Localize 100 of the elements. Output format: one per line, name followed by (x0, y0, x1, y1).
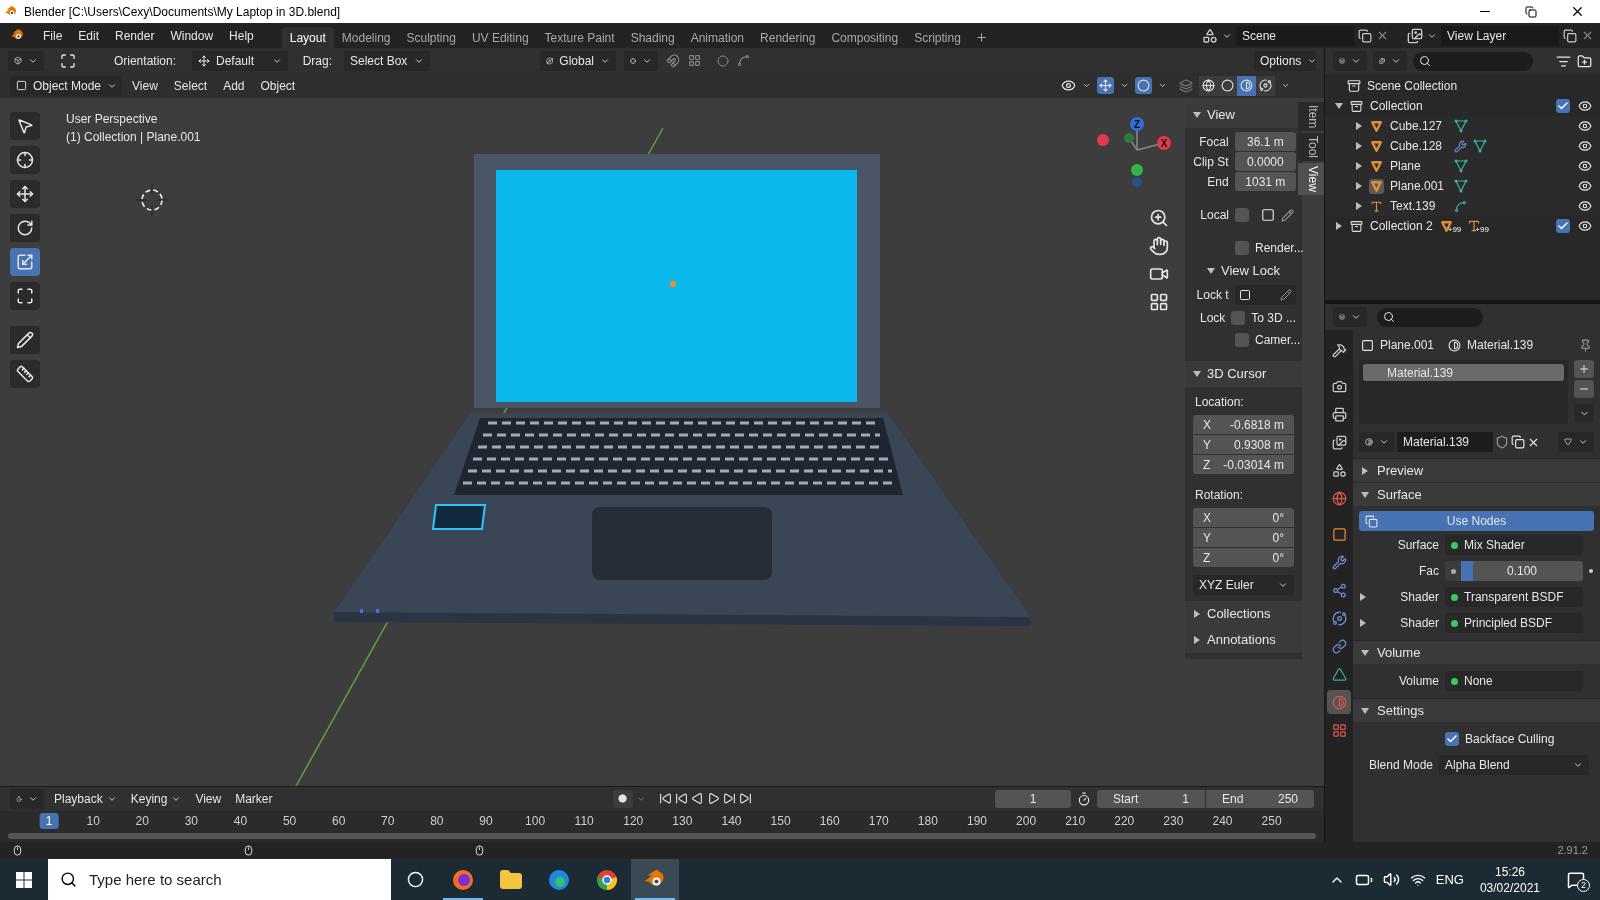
sidebar-tab[interactable]: View (1298, 163, 1324, 196)
frame-number[interactable]: 220 (1108, 812, 1141, 829)
breadcrumb-item[interactable]: Plane.001 (1380, 336, 1435, 354)
frame-number[interactable]: 190 (960, 812, 993, 829)
frame-number[interactable]: 10 (80, 812, 106, 829)
use-nodes-button[interactable]: Use Nodes (1359, 511, 1594, 531)
frame-number[interactable]: 140 (715, 812, 748, 829)
frame-number[interactable]: 20 (129, 812, 155, 829)
panel-title: Surface (1377, 485, 1422, 504)
frame-number[interactable]: 150 (764, 812, 797, 829)
sidebar-tab[interactable]: Item (1298, 102, 1324, 132)
socket-field[interactable]: Principled BSDF (1445, 613, 1583, 633)
frame-number[interactable]: 250 (1255, 812, 1288, 829)
frame-number[interactable]: 60 (326, 812, 352, 829)
frame-number[interactable]: 120 (617, 812, 650, 829)
menu-item[interactable]: Window (162, 26, 222, 45)
end-frame-field[interactable]: End 250 (1206, 789, 1314, 808)
search-field[interactable]: Type here to search (48, 859, 391, 900)
frame-number[interactable]: 90 (473, 812, 499, 829)
frame-number[interactable]: 240 (1206, 812, 1239, 829)
material-slot-list[interactable]: Material.139 (1359, 360, 1568, 424)
menu-item[interactable]: Marker (231, 789, 277, 808)
count-label: +99 (1447, 224, 1462, 236)
workspace-tab[interactable]: UV Editing (463, 27, 537, 48)
rotation-mode-dropdown[interactable]: XYZ Euler (1193, 575, 1294, 595)
vector-field[interactable]: Z 0° (1193, 548, 1294, 567)
menu-item[interactable]: Keying (126, 789, 186, 808)
panel-title: Preview (1377, 461, 1424, 480)
blend-mode-dropdown[interactable]: Alpha Blend (1439, 755, 1589, 775)
frame-number[interactable]: 1 (39, 812, 59, 829)
drag-dropdown[interactable]: Select Box (344, 50, 430, 71)
frame-number[interactable]: 200 (1010, 812, 1043, 829)
section-label: Location: (1194, 394, 1245, 411)
frame-field[interactable]: 1 (995, 789, 1071, 808)
frame-number[interactable]: 180 (911, 812, 944, 829)
material-name-field[interactable]: Material.139 (1397, 432, 1493, 452)
frame-number[interactable]: 130 (666, 812, 699, 829)
start-frame-field[interactable]: Start 1 (1097, 789, 1205, 808)
socket-field[interactable]: None (1445, 671, 1583, 691)
menu-item[interactable]: Edit (70, 26, 108, 45)
workspace-tab[interactable]: Texture Paint (536, 27, 623, 48)
frame-number[interactable]: 40 (227, 812, 254, 829)
sidebar-tab[interactable]: Tool (1298, 133, 1324, 162)
checkbox-label: To 3D ... (1251, 310, 1296, 327)
frame-number[interactable]: 110 (568, 812, 600, 829)
frame-number[interactable]: 30 (178, 812, 205, 829)
clock-date[interactable]: 03/02/2021 (1479, 879, 1540, 896)
number-field[interactable]: 1031 m (1234, 172, 1296, 191)
workspace-tab[interactable]: Scripting (906, 27, 969, 48)
frame-number[interactable]: 100 (519, 812, 552, 829)
workspace-tab[interactable]: Layout (281, 27, 334, 48)
menu-item[interactable]: View (126, 76, 164, 95)
vector-field[interactable]: Z -0.03014 m (1193, 455, 1294, 474)
menu-item[interactable]: Add (217, 76, 251, 95)
breadcrumb-item[interactable]: Material.139 (1467, 336, 1534, 354)
number-field[interactable]: 0.0000 (1234, 152, 1296, 171)
menu-item[interactable]: Render (107, 26, 163, 45)
menu-item[interactable]: View (191, 789, 226, 808)
workspace-tab[interactable]: Animation (682, 27, 753, 48)
frame-number[interactable]: 230 (1157, 812, 1190, 829)
workspace-tab[interactable]: Sculpting (398, 27, 464, 48)
notifications-button[interactable]: 2 (1556, 859, 1596, 900)
workspace-tab[interactable]: Modeling (333, 27, 399, 48)
frame-number[interactable]: 50 (276, 812, 303, 829)
menu-item[interactable]: Playback (50, 789, 121, 808)
menu-item[interactable]: File (35, 26, 71, 45)
fac-slider[interactable]: 0.100 (1461, 561, 1583, 581)
vector-field[interactable]: Y 0.9308 m (1193, 435, 1294, 454)
number-field[interactable]: 36.1 m (1234, 132, 1296, 151)
menu-item[interactable]: Object (254, 76, 302, 95)
vector-field[interactable]: Y 0° (1193, 528, 1294, 547)
material-slot[interactable]: Material.139 (1363, 364, 1564, 381)
panel-title: View Lock (1221, 262, 1280, 281)
frame-number[interactable]: 70 (375, 812, 401, 829)
navigation-gizmo[interactable]: Z X (1081, 110, 1171, 190)
checkbox-label: Render... (1255, 240, 1304, 257)
axis-label: Z (1133, 119, 1141, 130)
menu-item[interactable]: Help (221, 26, 262, 45)
frame-number[interactable]: 160 (813, 812, 846, 829)
socket-field[interactable]: Transparent BSDF (1445, 587, 1583, 607)
view-layer-field[interactable]: View Layer (1441, 25, 1559, 46)
frame-number[interactable]: 80 (424, 812, 450, 829)
socket-field[interactable]: Mix Shader (1445, 535, 1583, 555)
workspace-tab[interactable]: Rendering (752, 27, 824, 48)
workspace-tab[interactable]: Compositing (823, 27, 907, 48)
field-label: Focal (1198, 133, 1229, 151)
frame-number[interactable]: 210 (1059, 812, 1092, 829)
workspace-tab[interactable]: Shading (622, 27, 683, 48)
frame-number[interactable]: 170 (862, 812, 895, 829)
clock-time[interactable]: 15:26 (1494, 863, 1525, 880)
vector-field[interactable]: X -0.6818 m (1193, 415, 1294, 434)
scene-field[interactable]: Scene (1236, 25, 1354, 46)
transform-orientation-dropdown[interactable]: Global (540, 50, 616, 71)
language-indicator[interactable]: ENG (1435, 869, 1464, 890)
vector-field[interactable]: X 0° (1193, 508, 1294, 527)
outliner-item-name: Collection (1370, 98, 1424, 115)
menu-item[interactable]: Select (167, 76, 214, 95)
orientation-dropdown[interactable]: Default (192, 50, 288, 71)
options-dropdown[interactable]: Options (1254, 50, 1316, 71)
mode-dropdown[interactable]: Object Mode (10, 75, 122, 96)
